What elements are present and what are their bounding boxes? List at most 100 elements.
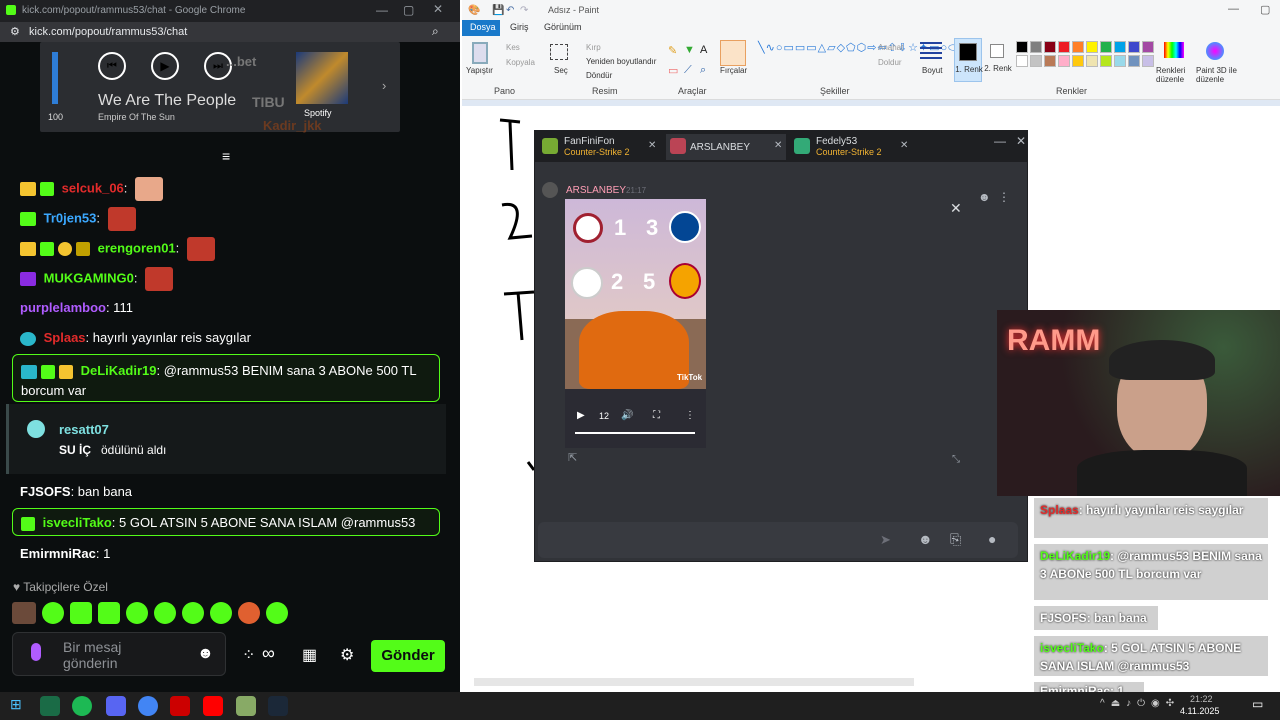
youtube-taskbar-icon[interactable] [203, 696, 223, 716]
minimize-icon[interactable]: — [376, 3, 388, 17]
emote-icon[interactable] [98, 602, 120, 624]
palette-swatch[interactable] [1128, 41, 1140, 53]
palette-swatch[interactable] [1114, 41, 1126, 53]
outline-label[interactable]: Anahat [878, 43, 903, 52]
attach-icon[interactable]: ⎘ [950, 531, 961, 548]
emote-icon[interactable] [126, 602, 148, 624]
notification-icon[interactable]: ▭ [1252, 697, 1263, 711]
send-button[interactable]: Gönder [371, 640, 445, 672]
settings-icon[interactable]: ⚙ [340, 645, 354, 665]
close-tab-icon[interactable]: ✕ [648, 140, 656, 151]
palette-swatch[interactable] [1142, 41, 1154, 53]
spotify-taskbar-icon[interactable] [72, 696, 92, 716]
color1-selector[interactable]: 1. Renk [954, 38, 983, 82]
video-menu-icon[interactable]: ⋮ [685, 410, 695, 421]
chat-username[interactable]: isvecliTako [43, 515, 112, 530]
maximize-icon[interactable]: ▢ [403, 3, 414, 17]
discord-tab-active[interactable]: ARSLANBEY ✕ [666, 134, 786, 160]
palette-swatch[interactable] [1044, 41, 1056, 53]
close-tab-icon[interactable]: ✕ [900, 140, 908, 151]
chat-username[interactable]: Tr0jen53 [44, 210, 97, 225]
volume-track[interactable] [52, 52, 58, 104]
palette-swatch[interactable] [1072, 41, 1084, 53]
resize-icon[interactable]: ⤡ [952, 454, 960, 465]
copy-label[interactable]: Kopyala [506, 58, 535, 67]
chat-username[interactable]: MUKGAMING0 [44, 270, 134, 285]
palette-swatch[interactable] [1128, 55, 1140, 67]
palette-swatch[interactable] [1058, 55, 1070, 67]
emote-icon[interactable] [70, 602, 92, 624]
color2-selector[interactable]: 2. Renk [984, 38, 1012, 82]
color-picker-icon[interactable]: ⟋ [684, 64, 692, 77]
palette-swatch[interactable] [1016, 55, 1028, 67]
discord-tab[interactable]: FanFiniFon Counter-Strike 2 ✕ [542, 134, 660, 160]
paint3d-icon[interactable] [1206, 42, 1224, 60]
paste-icon[interactable] [472, 42, 488, 64]
tiktok-video-embed[interactable]: 1 3 2 5 TikTok ▶ 12 🔊 ⛶ ⋮ [565, 199, 706, 448]
discord-taskbar-icon[interactable] [106, 696, 126, 716]
close-tab-icon[interactable]: ✕ [774, 140, 782, 151]
paint3d-label[interactable]: Paint 3D ile düzenle [1196, 66, 1256, 84]
pencil-icon[interactable]: ✎ [668, 44, 677, 57]
start-icon[interactable]: ⊞ [10, 696, 22, 713]
palette-swatch[interactable] [1142, 55, 1154, 67]
palette-swatch[interactable] [1086, 41, 1098, 53]
paste-label[interactable]: Yapıştır [466, 66, 493, 75]
pool-icon[interactable]: ⁘ [242, 645, 255, 665]
emote-icon[interactable] [210, 602, 232, 624]
canvas-scrollbar[interactable] [474, 678, 914, 686]
resize-label[interactable]: Yeniden boyutlandır [586, 57, 656, 66]
palette-swatch[interactable] [1016, 41, 1028, 53]
palette-swatch[interactable] [1086, 55, 1098, 67]
chevron-right-icon[interactable]: › [382, 78, 386, 93]
chat-username[interactable]: DeLiKadir19 [81, 363, 157, 378]
chat-username[interactable]: FJSOFS [20, 484, 71, 499]
address-bar[interactable]: ⚙ kick.com/popout/rammus53/chat ⌕ [0, 22, 460, 42]
send-arrow-icon[interactable]: ➤ [880, 532, 891, 548]
taskbar-app-icon[interactable] [40, 696, 60, 716]
fullscreen-icon[interactable]: ⛶ [653, 410, 660, 421]
emoji-icon[interactable]: ☻ [197, 645, 214, 663]
brushes-label[interactable]: Fırçalar [720, 66, 747, 75]
site-settings-icon[interactable]: ⚙ [10, 25, 20, 38]
previous-button[interactable]: ⏮ [98, 52, 126, 80]
more-options-icon[interactable]: ⋮ [998, 190, 1010, 204]
palette-swatch[interactable] [1058, 41, 1070, 53]
discord-message-input[interactable]: ➤ ☻ ⎘ ● [538, 522, 1018, 558]
emote-icon[interactable] [12, 602, 36, 624]
text-tool-icon[interactable]: A [700, 44, 707, 56]
palette-swatch[interactable] [1100, 55, 1112, 67]
pinned-expand-icon[interactable]: ≡ [222, 148, 230, 164]
crop-label[interactable]: Kırp [586, 43, 601, 52]
brushes-icon[interactable] [720, 40, 746, 66]
zoom-icon[interactable]: ⌕ [432, 24, 439, 39]
chat-username[interactable]: Splaas [44, 330, 86, 345]
author-avatar[interactable] [542, 182, 558, 198]
emoji-icon[interactable]: ☻ [918, 531, 933, 547]
author-name[interactable]: ARSLANBEY [566, 185, 626, 196]
palette-swatch[interactable] [1044, 55, 1056, 67]
palette-swatch[interactable] [1030, 55, 1042, 67]
magnifier-icon[interactable]: ⌕ [700, 64, 706, 77]
emote-icon[interactable] [238, 602, 260, 624]
chat-username[interactable]: EmirmniRac [20, 546, 96, 561]
chat-username[interactable]: erengoren01 [98, 240, 176, 255]
open-external-icon[interactable]: ⇱ [568, 451, 577, 464]
palette-swatch[interactable] [1030, 41, 1042, 53]
fill-bucket-icon[interactable]: ▼ [684, 44, 695, 56]
message-input[interactable]: Bir mesaj gönderin ☻ [12, 632, 226, 676]
store-icon[interactable]: ▦ [302, 645, 317, 665]
volume-icon[interactable]: 🔊 [621, 410, 633, 421]
shapes-gallery[interactable]: ╲∿○▭▭▭△▱◇⬠⬡⇨⇦⇧⇩☆✦▭○⬭♡ [758, 42, 968, 55]
discord-close-icon[interactable]: ✕ [1016, 134, 1026, 148]
tab-gorunum[interactable]: Görünüm [544, 22, 582, 32]
close-embed-icon[interactable]: ✕ [950, 200, 962, 217]
emote-icon[interactable] [266, 602, 288, 624]
video-progress[interactable] [575, 432, 695, 434]
paint-taskbar-icon[interactable] [236, 696, 256, 716]
voicemeeter-taskbar-icon[interactable] [170, 696, 190, 716]
paint-maximize-icon[interactable]: ▢ [1260, 3, 1270, 16]
edit-colors-label[interactable]: Renkleri düzenle [1156, 66, 1192, 84]
play-button[interactable]: ▶ [151, 52, 179, 80]
video-play-icon[interactable]: ▶ [577, 410, 585, 421]
